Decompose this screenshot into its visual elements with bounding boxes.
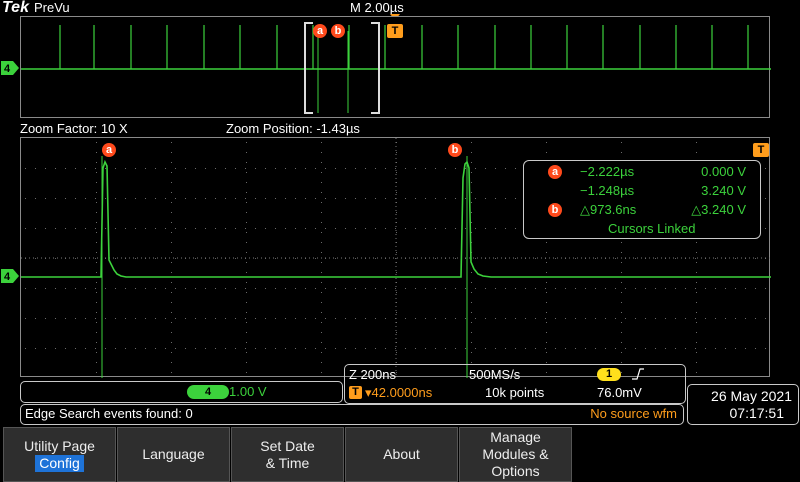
zoom-timebase: Z 200ns bbox=[349, 367, 396, 382]
cursors-linked-label: Cursors Linked bbox=[608, 221, 696, 236]
utility-page-button[interactable]: Utility Page Config bbox=[3, 427, 116, 482]
set-date-time-button[interactable]: Set Date & Time bbox=[231, 427, 344, 482]
channel-ground-marker[interactable]: 4 bbox=[1, 269, 19, 283]
cursor-b-voltage: 3.240 V bbox=[701, 183, 746, 198]
readout-cursor-a-badge: a bbox=[548, 165, 562, 179]
menu-bar-empty-area bbox=[573, 427, 800, 480]
svg-text:4: 4 bbox=[4, 271, 11, 283]
overview-trigger-marker[interactable]: T bbox=[387, 24, 403, 38]
record-length: 10k points bbox=[485, 385, 545, 400]
channel-scale-readout[interactable]: 4 1.00 V bbox=[20, 381, 343, 403]
about-button[interactable]: About bbox=[345, 427, 458, 482]
cursor-readout-panel[interactable]: a −2.222µs 0.000 V −1.248µs 3.240 V b △9… bbox=[523, 160, 761, 239]
cursor-b-badge[interactable]: b bbox=[448, 143, 462, 157]
rising-edge-icon bbox=[631, 367, 645, 384]
overview-cursor-b-badge[interactable]: b bbox=[331, 24, 345, 38]
trigger-offset-marker: T bbox=[349, 386, 362, 399]
readout-cursor-b-badge: b bbox=[548, 203, 562, 217]
delta-time: △973.6ns bbox=[580, 202, 637, 217]
utility-page-label: Utility Page bbox=[24, 437, 95, 454]
about-label: About bbox=[383, 446, 420, 462]
cursor-b-time: −1.248µs bbox=[580, 183, 635, 198]
set-date-time-line2: & Time bbox=[265, 454, 310, 471]
zoom-position-label: Zoom Position: -1.43µs bbox=[226, 121, 360, 136]
brand-logo: Tek bbox=[2, 0, 29, 16]
time-label: 07:17:51 bbox=[729, 405, 785, 421]
delta-voltage: △3.240 V bbox=[691, 202, 746, 217]
mode-label: PreVu bbox=[34, 0, 70, 15]
datetime-display[interactable]: 26 May 2021 07:17:51 bbox=[687, 384, 799, 425]
channel-4-badge: 4 bbox=[187, 385, 229, 399]
overview-channel-ground-marker[interactable]: 4 bbox=[1, 61, 19, 75]
trigger-level: 76.0mV bbox=[597, 385, 642, 400]
channel-scale-value: 1.00 V bbox=[229, 384, 267, 399]
sample-rate: 500MS/s bbox=[469, 367, 521, 382]
trigger-offset-value: ▾42.0000ns bbox=[365, 385, 433, 400]
overview-cursor-a-badge[interactable]: a bbox=[313, 24, 327, 38]
trigger-channel-badge: 1 bbox=[597, 368, 621, 381]
svg-text:4: 4 bbox=[4, 63, 11, 75]
trigger-position-marker[interactable]: T bbox=[753, 143, 769, 157]
manage-line2: Modules & bbox=[482, 446, 549, 462]
manage-modules-options-button[interactable]: Manage Modules & Options bbox=[459, 427, 572, 482]
manage-line3: Options bbox=[491, 463, 540, 479]
cursor-a-time: −2.222µs bbox=[580, 164, 635, 179]
search-status: Edge Search events found: 0 bbox=[25, 406, 193, 421]
zoom-factor-label: Zoom Factor: 10 X bbox=[20, 121, 128, 136]
date-label: 26 May 2021 bbox=[711, 388, 792, 404]
set-date-time-line1: Set Date bbox=[260, 437, 315, 454]
status-bar: Edge Search events found: 0 No source wf… bbox=[20, 404, 684, 425]
cursor-a-voltage: 0.000 V bbox=[701, 164, 746, 179]
utility-page-selection: Config bbox=[35, 454, 84, 472]
cursor-a-badge[interactable]: a bbox=[102, 143, 116, 157]
warning-status: No source wfm bbox=[590, 406, 677, 421]
language-button[interactable]: Language bbox=[117, 427, 230, 482]
acquisition-readout[interactable]: Z 200ns 500MS/s 1 T ▾42.0000ns 10k point… bbox=[344, 364, 686, 404]
timebase-label[interactable]: M 2.00µs bbox=[350, 0, 404, 15]
language-label: Language bbox=[142, 446, 205, 462]
manage-line1: Manage bbox=[490, 429, 541, 445]
